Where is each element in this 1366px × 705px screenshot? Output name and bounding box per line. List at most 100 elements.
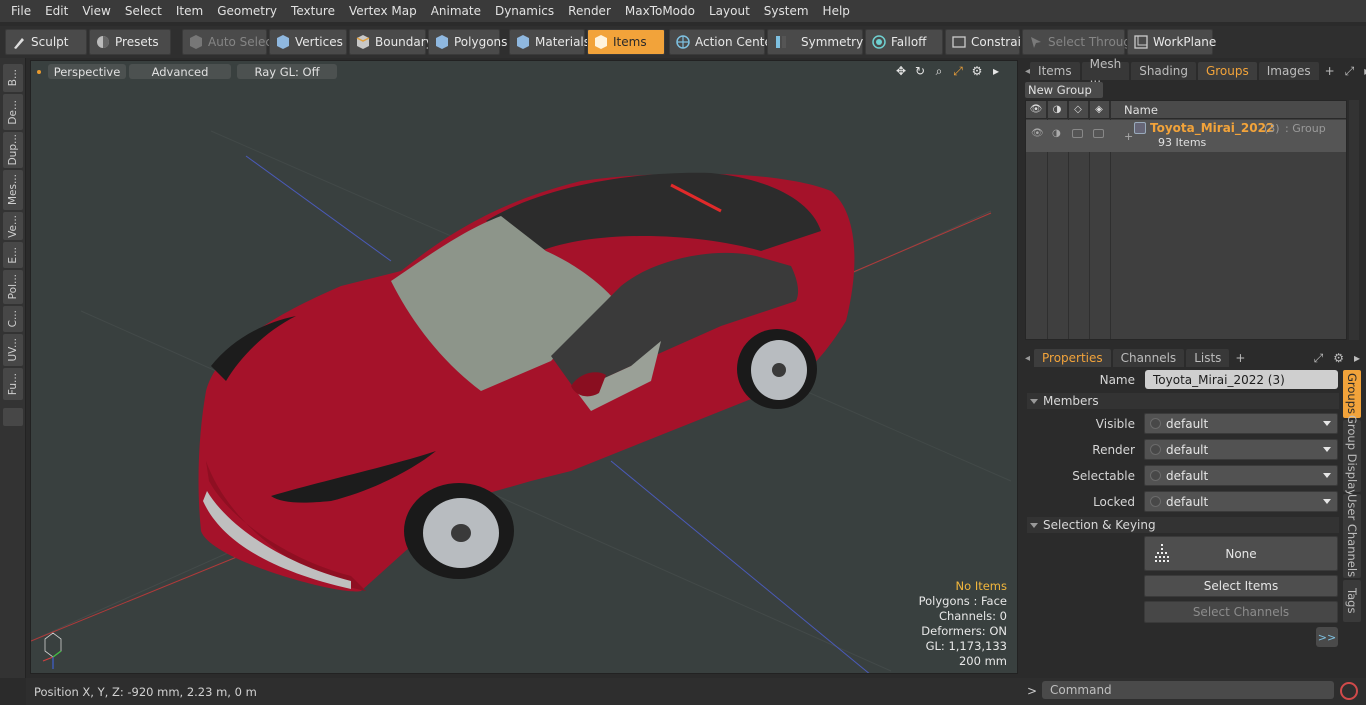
tab-properties[interactable]: Properties [1034, 349, 1111, 367]
left-tab-duplicate[interactable]: Dup... [3, 132, 23, 168]
polygons-button[interactable]: Polygons [428, 29, 507, 55]
symmetry-button[interactable]: Symmetry [767, 29, 863, 55]
left-tab-mesh-edit[interactable]: Mes... [3, 170, 23, 210]
falloff-button[interactable]: Falloff [865, 29, 943, 55]
menu-maxtomodo[interactable]: MaxToModo [618, 0, 702, 22]
select-lock-icon[interactable]: ◇ [1068, 101, 1089, 118]
props-arrow-icon[interactable]: ▸ [1350, 349, 1364, 367]
select-items-button[interactable]: Select Items [1144, 575, 1338, 597]
row-eye-icon[interactable]: 👁 [1031, 128, 1044, 139]
materials-button[interactable]: Materials [509, 29, 590, 55]
groups-scrollbar[interactable] [1349, 100, 1359, 340]
row-select-checkbox[interactable] [1072, 129, 1083, 138]
groups-list[interactable]: 👁 ◑ ◇ ◈ Name 👁 ◑ + Toyota_Mirai_2022 (3)… [1025, 100, 1347, 340]
tab-images[interactable]: Images [1258, 62, 1319, 80]
raygl-toggle[interactable]: Ray GL: Off [237, 64, 337, 79]
more-button[interactable]: >> [1316, 627, 1338, 647]
visible-dropdown[interactable]: default [1144, 413, 1338, 434]
menu-vertex-map[interactable]: Vertex Map [342, 0, 424, 22]
tab-channels[interactable]: Channels [1112, 349, 1185, 367]
row-lock-checkbox[interactable] [1093, 129, 1104, 138]
members-section[interactable]: Members [1027, 393, 1339, 409]
vertices-button[interactable]: Vertices 1 [269, 29, 355, 55]
tab-groups[interactable]: Groups [1197, 62, 1257, 80]
boundary-button[interactable]: Boundary [349, 29, 433, 55]
side-tab-group-display[interactable]: Group Display [1343, 415, 1361, 497]
viewport-menu-dot[interactable] [37, 70, 41, 74]
auto-select-button[interactable]: Auto Select [182, 29, 277, 55]
lock-icon[interactable]: ◈ [1089, 101, 1110, 118]
select-through-button[interactable]: Select Through [1022, 29, 1139, 55]
menu-edit[interactable]: Edit [38, 0, 75, 22]
sculpt-button[interactable]: Sculpt [5, 29, 87, 55]
gear-icon[interactable]: ⚙ [970, 64, 984, 78]
play-arrow-icon[interactable]: ▸ [989, 64, 1003, 78]
menu-file[interactable]: File [4, 0, 38, 22]
new-group-button[interactable]: New Group [1025, 82, 1103, 98]
menu-system[interactable]: System [757, 0, 816, 22]
items-button[interactable]: Items [587, 29, 665, 55]
visibility-eye-icon[interactable]: 👁 [1026, 101, 1047, 118]
panel-arrow-icon[interactable]: ▸ [1360, 62, 1366, 80]
tab-mesh[interactable]: Mesh ... [1081, 57, 1130, 85]
select-channels-button[interactable]: Select Channels [1144, 601, 1338, 623]
record-icon[interactable] [1340, 682, 1358, 700]
expand-plus-icon[interactable]: + [1124, 130, 1133, 143]
move-view-icon[interactable]: ✥ [894, 64, 908, 78]
menu-view[interactable]: View [75, 0, 117, 22]
left-tab-polygon[interactable]: Pol... [3, 270, 23, 304]
presets-button[interactable]: Presets [89, 29, 171, 55]
view-mode-dropdown[interactable]: Perspective [48, 64, 126, 79]
render-dropdown[interactable]: default [1144, 439, 1338, 460]
props-menu-dot-icon[interactable]: ◂ [1020, 353, 1034, 364]
tab-items[interactable]: Items [1030, 62, 1080, 80]
menu-item[interactable]: Item [169, 0, 210, 22]
keying-none-button[interactable]: None [1144, 536, 1338, 571]
rotate-view-icon[interactable]: ↻ [913, 64, 927, 78]
selection-keying-section[interactable]: Selection & Keying [1027, 517, 1339, 533]
left-tab-uv[interactable]: UV... [3, 334, 23, 366]
locked-radio[interactable] [1150, 496, 1161, 507]
menu-geometry[interactable]: Geometry [210, 0, 284, 22]
action-center-button[interactable]: Action Center [669, 29, 777, 55]
constraints-button[interactable]: Constrai... [945, 29, 1032, 55]
add-props-tab-icon[interactable]: + [1231, 349, 1249, 367]
side-tab-tags[interactable]: Tags [1343, 580, 1361, 622]
menu-animate[interactable]: Animate [424, 0, 488, 22]
locked-dropdown[interactable]: default [1144, 491, 1338, 512]
name-field[interactable]: Toyota_Mirai_2022 (3) [1145, 370, 1338, 389]
left-strip-toggle[interactable] [3, 408, 23, 426]
selectable-radio[interactable] [1150, 470, 1161, 481]
menu-render[interactable]: Render [561, 0, 618, 22]
expand-panel-icon[interactable]: ⤢ [1341, 62, 1359, 80]
group-row[interactable]: 👁 ◑ + Toyota_Mirai_2022 (3) : Group 93 I… [1026, 120, 1346, 152]
maximize-icon[interactable]: ⤢ [951, 64, 965, 78]
left-tab-vertex[interactable]: Ve... [3, 212, 23, 240]
render-icon[interactable]: ◑ [1047, 101, 1068, 118]
left-tab-curve[interactable]: C... [3, 306, 23, 332]
menu-texture[interactable]: Texture [284, 0, 342, 22]
side-tab-user-channels[interactable]: User Channels [1343, 494, 1361, 578]
shading-style-dropdown[interactable]: Advanced [129, 64, 231, 79]
menu-help[interactable]: Help [816, 0, 857, 22]
menu-select[interactable]: Select [118, 0, 169, 22]
selectable-dropdown[interactable]: default [1144, 465, 1338, 486]
props-expand-icon[interactable]: ⤢ [1310, 349, 1328, 367]
menu-layout[interactable]: Layout [702, 0, 757, 22]
panel-menu-dot-icon[interactable]: ◂ [1020, 66, 1030, 77]
3d-viewport[interactable]: Perspective Advanced Ray GL: Off ✥ ↻ ⌕ ⤢… [30, 60, 1018, 674]
render-radio[interactable] [1150, 444, 1161, 455]
row-render-icon[interactable]: ◑ [1052, 128, 1061, 139]
command-input[interactable]: Command [1042, 681, 1334, 699]
tab-shading[interactable]: Shading [1131, 62, 1196, 80]
side-tab-groups[interactable]: Groups [1343, 370, 1361, 418]
left-tab-fusion[interactable]: Fu... [3, 368, 23, 400]
zoom-icon[interactable]: ⌕ [932, 64, 946, 78]
add-tab-icon[interactable]: + [1321, 62, 1339, 80]
menu-dynamics[interactable]: Dynamics [488, 0, 561, 22]
props-gear-icon[interactable]: ⚙ [1329, 349, 1348, 367]
left-tab-deform[interactable]: De... [3, 94, 23, 130]
visible-radio[interactable] [1150, 418, 1161, 429]
left-tab-edge[interactable]: E... [3, 242, 23, 268]
left-tab-basic[interactable]: B... [3, 64, 23, 92]
